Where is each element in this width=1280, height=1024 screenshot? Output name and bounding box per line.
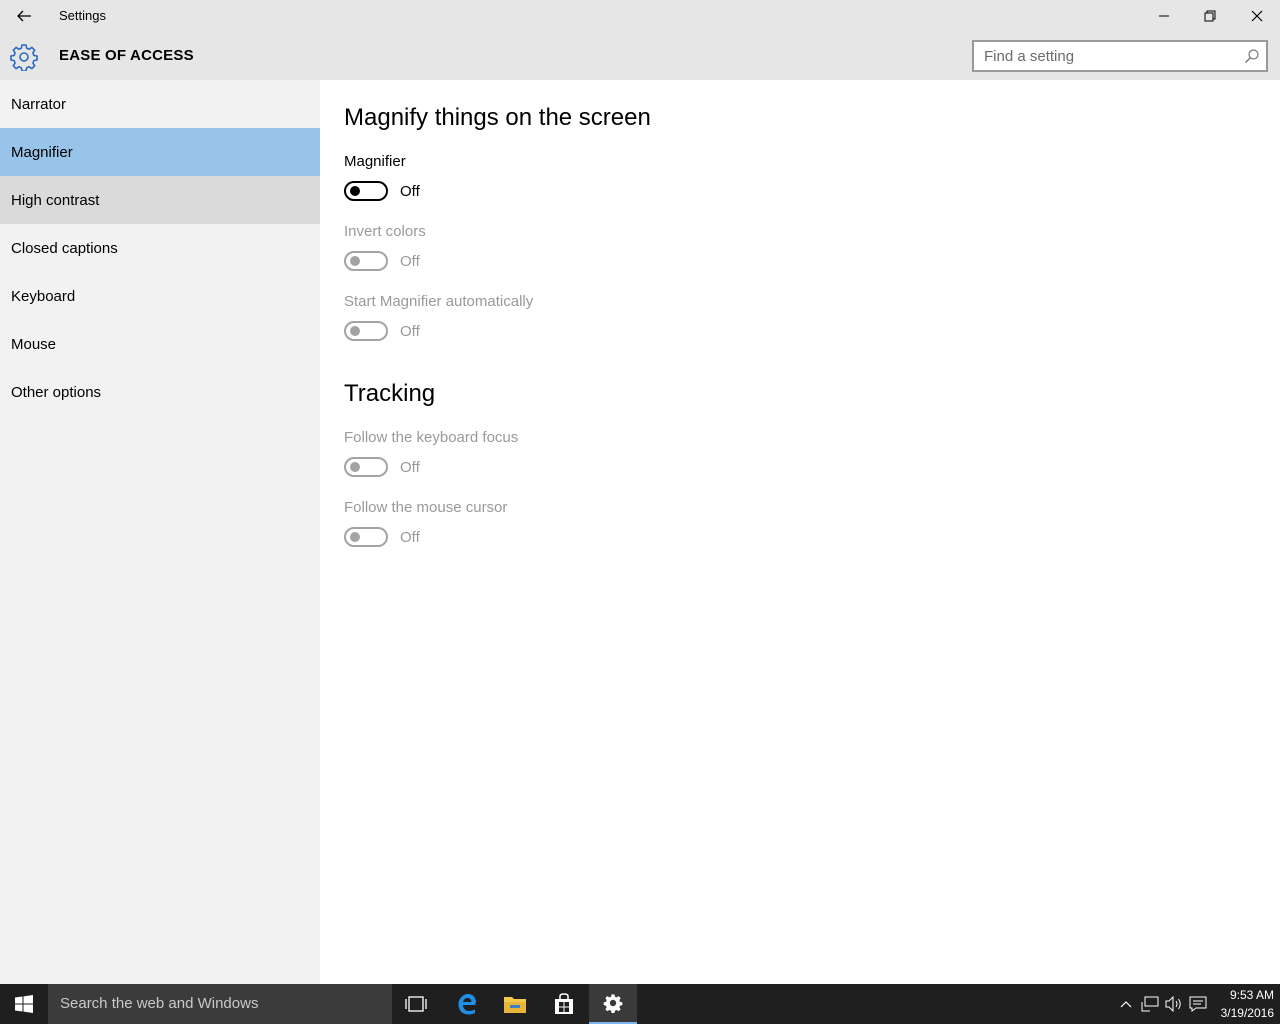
sidebar-item-label: Other options bbox=[11, 383, 102, 401]
search-box[interactable] bbox=[972, 40, 1268, 72]
mouse-cursor-state: Off bbox=[400, 529, 420, 546]
clock[interactable]: 9:53 AM 3/19/2016 bbox=[1210, 986, 1274, 1022]
close-button[interactable] bbox=[1234, 0, 1280, 32]
start-magnifier-label: Start Magnifier automatically bbox=[344, 293, 534, 310]
volume-button[interactable] bbox=[1164, 994, 1184, 1014]
keyboard-focus-toggle[interactable] bbox=[344, 457, 388, 477]
search-icon[interactable] bbox=[1244, 48, 1260, 64]
mouse-cursor-toggle[interactable] bbox=[344, 527, 388, 547]
mouse-cursor-label: Follow the mouse cursor bbox=[344, 499, 508, 516]
restore-button[interactable] bbox=[1187, 0, 1233, 32]
windows-logo-icon bbox=[15, 995, 33, 1013]
sidebar-item-other-options[interactable]: Other options bbox=[0, 368, 320, 416]
sidebar-item-narrator[interactable]: Narrator bbox=[0, 80, 320, 128]
page-title: EASE OF ACCESS bbox=[59, 47, 194, 64]
start-button[interactable] bbox=[0, 984, 48, 1024]
volume-icon bbox=[1165, 996, 1181, 1012]
sidebar-item-keyboard[interactable]: Keyboard bbox=[0, 272, 320, 320]
minimize-button[interactable] bbox=[1141, 0, 1187, 32]
taskbar: Search the web and Windows 9:53 AM 3/19/… bbox=[0, 984, 1280, 1024]
sidebar-item-closed-captions[interactable]: Closed captions bbox=[0, 224, 320, 272]
minimize-icon bbox=[1159, 15, 1169, 17]
invert-colors-state: Off bbox=[400, 253, 420, 270]
restore-icon bbox=[1204, 10, 1216, 22]
toggle-knob bbox=[350, 326, 360, 336]
window-title: Settings bbox=[59, 8, 106, 23]
taskbar-search[interactable]: Search the web and Windows bbox=[48, 984, 392, 1024]
network-button[interactable] bbox=[1140, 994, 1160, 1014]
taskbar-edge[interactable] bbox=[443, 984, 491, 1024]
back-arrow-icon bbox=[17, 10, 31, 22]
invert-colors-label: Invert colors bbox=[344, 223, 426, 240]
folder-icon bbox=[504, 997, 526, 1013]
clock-date: 3/19/2016 bbox=[1220, 1006, 1274, 1020]
invert-colors-toggle[interactable] bbox=[344, 251, 388, 271]
title-bar: Settings bbox=[0, 0, 1280, 32]
close-icon bbox=[1251, 10, 1263, 22]
start-magnifier-toggle[interactable] bbox=[344, 321, 388, 341]
sidebar-item-label: Narrator bbox=[11, 95, 67, 113]
tracking-heading: Tracking bbox=[344, 380, 436, 407]
edge-icon bbox=[458, 994, 476, 1015]
chevron-up-icon bbox=[1120, 1001, 1132, 1008]
network-icon bbox=[1141, 996, 1159, 1012]
task-view-icon bbox=[405, 996, 427, 1012]
magnifier-state: Off bbox=[400, 183, 420, 200]
action-center-button[interactable] bbox=[1188, 994, 1208, 1014]
store-icon bbox=[555, 993, 573, 1014]
sidebar-item-label: Magnifier bbox=[11, 143, 73, 161]
toggle-knob bbox=[350, 256, 360, 266]
keyboard-focus-state: Off bbox=[400, 459, 420, 476]
settings-header: EASE OF ACCESS bbox=[0, 32, 1280, 80]
back-button[interactable] bbox=[0, 0, 48, 32]
sidebar-item-label: Mouse bbox=[11, 335, 57, 353]
taskbar-store[interactable] bbox=[540, 984, 588, 1024]
sidebar-item-magnifier[interactable]: Magnifier bbox=[0, 128, 320, 176]
magnifier-toggle[interactable] bbox=[344, 181, 388, 201]
section-heading: Magnify things on the screen bbox=[344, 104, 651, 131]
taskbar-file-explorer[interactable] bbox=[491, 984, 539, 1024]
gear-icon bbox=[10, 44, 38, 71]
sidebar-item-mouse[interactable]: Mouse bbox=[0, 320, 320, 368]
main-content: Magnify things on the screen Magnifier O… bbox=[320, 80, 1280, 984]
gear-icon bbox=[603, 994, 623, 1013]
sidebar-item-label: Closed captions bbox=[11, 239, 118, 257]
task-view-button[interactable] bbox=[392, 984, 440, 1024]
magnifier-label: Magnifier bbox=[344, 153, 406, 170]
taskbar-search-text: Search the web and Windows bbox=[60, 995, 259, 1012]
notification-icon bbox=[1189, 996, 1207, 1012]
show-hidden-icons-button[interactable] bbox=[1116, 994, 1136, 1014]
search-input[interactable] bbox=[974, 42, 1234, 70]
sidebar-item-label: High contrast bbox=[11, 191, 100, 209]
taskbar-settings[interactable] bbox=[589, 984, 637, 1024]
sidebar: Narrator Magnifier High contrast Closed … bbox=[0, 80, 320, 984]
toggle-knob bbox=[350, 186, 360, 196]
toggle-knob bbox=[350, 462, 360, 472]
clock-time: 9:53 AM bbox=[1229, 988, 1274, 1002]
sidebar-item-high-contrast[interactable]: High contrast bbox=[0, 176, 320, 224]
sidebar-item-label: Keyboard bbox=[11, 287, 76, 305]
start-magnifier-state: Off bbox=[400, 323, 420, 340]
keyboard-focus-label: Follow the keyboard focus bbox=[344, 429, 519, 446]
toggle-knob bbox=[350, 532, 360, 542]
